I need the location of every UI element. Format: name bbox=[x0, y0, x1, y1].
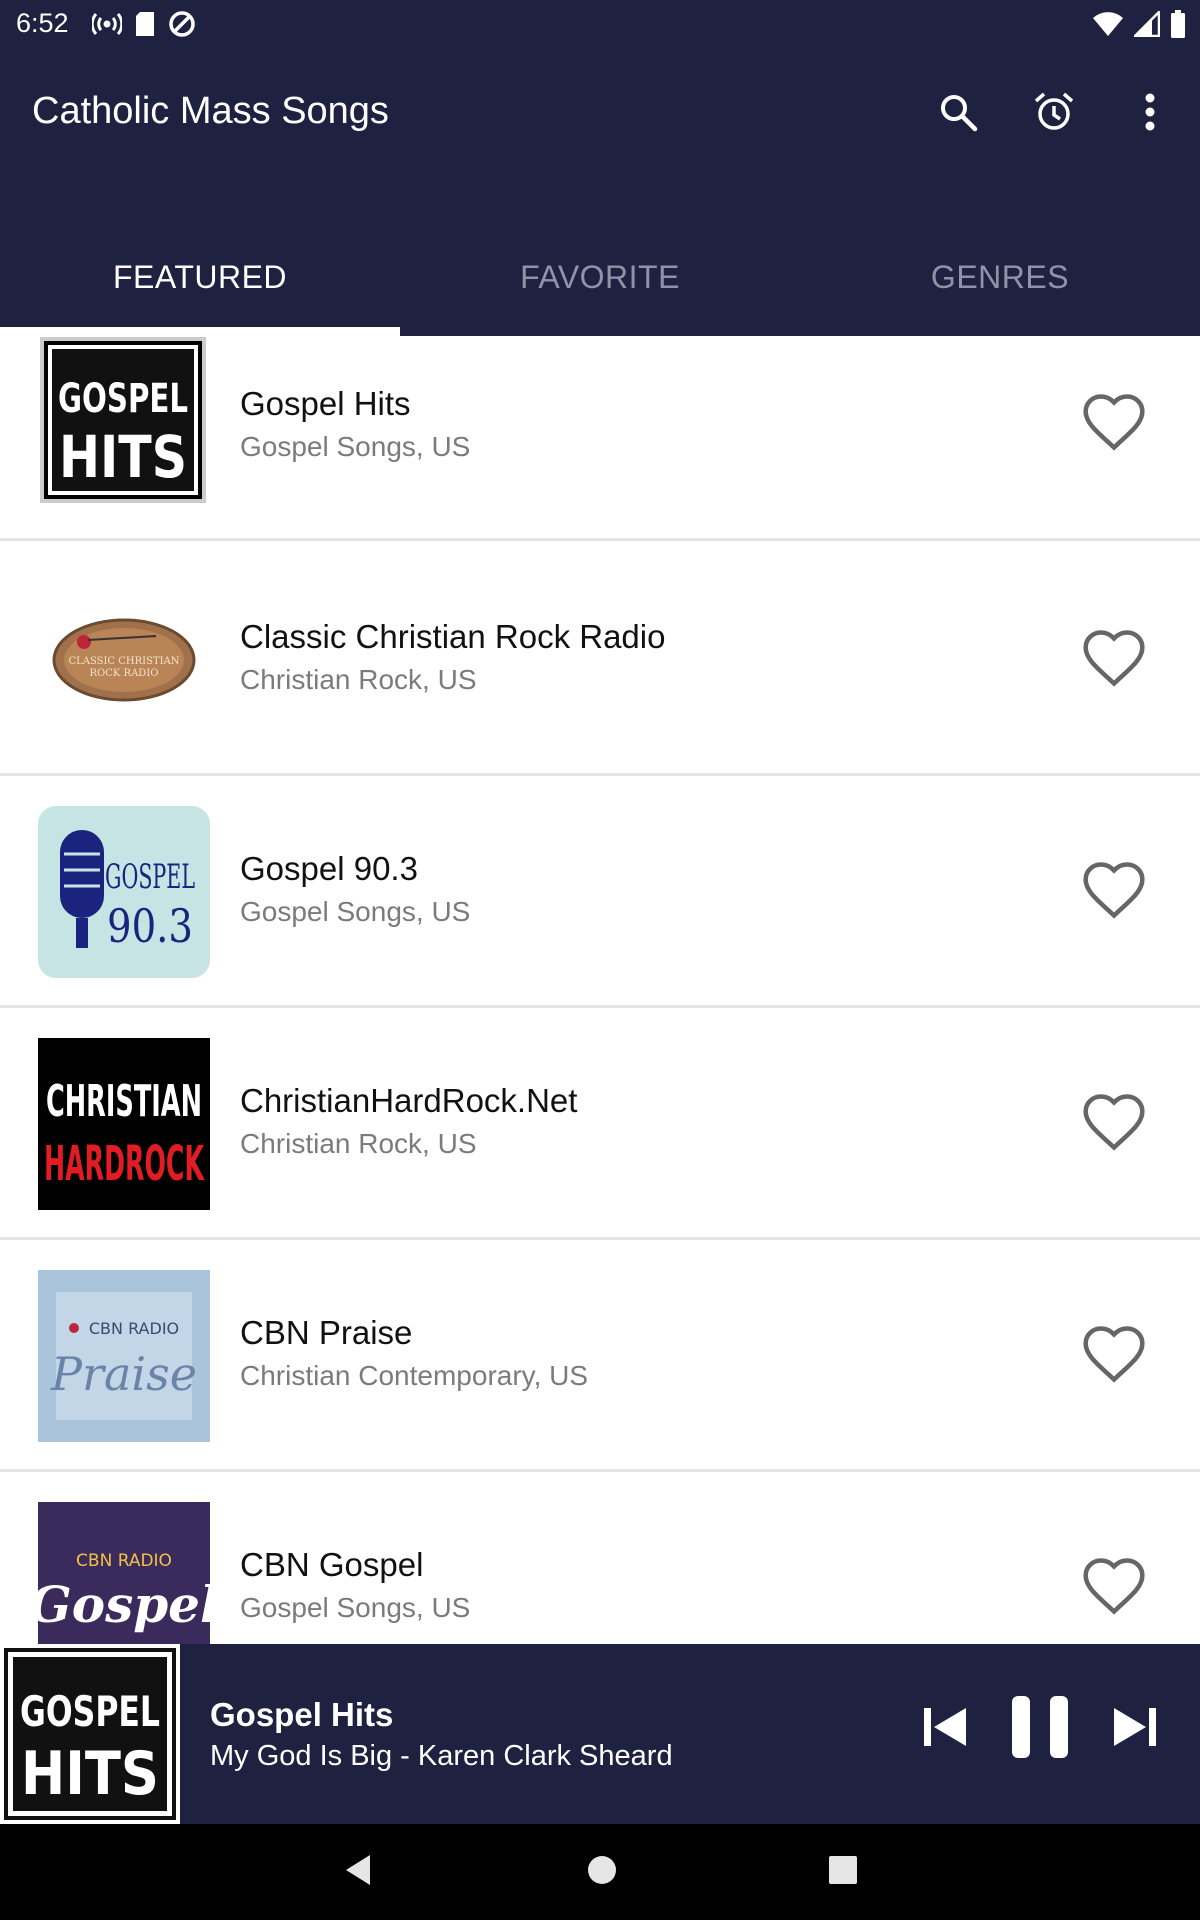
home-icon[interactable] bbox=[586, 1854, 618, 1891]
svg-text:CBN RADIO: CBN RADIO bbox=[89, 1319, 179, 1338]
list-item[interactable]: CBN RADIO Gospel CBN Gospel Gospel Songs… bbox=[0, 1472, 1200, 1644]
at-sign-icon bbox=[168, 10, 196, 43]
tab-featured[interactable]: FEATURED bbox=[0, 218, 400, 336]
now-playing-logo: GOSPEL HITS bbox=[0, 1644, 180, 1824]
cell-signal-icon bbox=[1131, 8, 1161, 42]
station-list[interactable]: GOSPEL HITS Gospel Hits Gospel Songs, US… bbox=[0, 336, 1200, 1644]
svg-text:CHRISTIAN: CHRISTIAN bbox=[46, 1076, 202, 1127]
hotspot-icon bbox=[90, 11, 124, 42]
favorite-heart-icon[interactable] bbox=[1080, 856, 1148, 924]
alarm-icon[interactable] bbox=[1028, 86, 1080, 138]
back-icon[interactable] bbox=[342, 1853, 376, 1892]
station-logo: GOSPEL HITS bbox=[40, 337, 206, 503]
list-item[interactable]: CHRISTIAN HARDROCK ChristianHardRock.Net… bbox=[0, 1008, 1200, 1240]
favorite-heart-icon[interactable] bbox=[1080, 1088, 1148, 1156]
svg-text:CBN RADIO: CBN RADIO bbox=[76, 1551, 172, 1571]
now-playing-bar[interactable]: GOSPEL HITS Gospel Hits My God Is Big - … bbox=[0, 1644, 1200, 1824]
station-logo: CLASSIC CHRISTIAN ROCK RADIO bbox=[38, 574, 210, 746]
skip-previous-icon[interactable] bbox=[920, 1702, 970, 1757]
svg-text:GOSPEL: GOSPEL bbox=[105, 857, 195, 897]
station-name: Gospel 90.3 bbox=[240, 850, 418, 887]
station-name: Gospel Hits bbox=[240, 385, 411, 422]
favorite-heart-icon[interactable] bbox=[1080, 1552, 1148, 1620]
station-logo: GOSPEL 90.3 bbox=[38, 806, 210, 978]
list-item[interactable]: CLASSIC CHRISTIAN ROCK RADIO Classic Chr… bbox=[0, 544, 1200, 776]
list-item[interactable]: GOSPEL HITS Gospel Hits Gospel Songs, US bbox=[0, 336, 1200, 541]
app-bar: Catholic Mass Songs FEATURED FAVORITE GE… bbox=[0, 48, 1200, 336]
svg-text:ROCK RADIO: ROCK RADIO bbox=[90, 668, 159, 679]
more-vert-icon[interactable] bbox=[1124, 86, 1176, 138]
station-genre: Christian Contemporary, US bbox=[240, 1360, 589, 1391]
tab-favorite[interactable]: FAVORITE bbox=[400, 218, 800, 336]
station-name: Classic Christian Rock Radio bbox=[240, 618, 666, 655]
station-genre: Gospel Songs, US bbox=[240, 1592, 471, 1623]
skip-next-icon[interactable] bbox=[1110, 1702, 1160, 1757]
svg-text:HITS: HITS bbox=[59, 423, 187, 491]
station-name: ChristianHardRock.Net bbox=[240, 1082, 578, 1119]
tab-genres[interactable]: GENRES bbox=[800, 218, 1200, 336]
station-genre: Gospel Songs, US bbox=[240, 431, 471, 462]
pause-icon[interactable] bbox=[1010, 1694, 1070, 1765]
svg-text:HARDROCK: HARDROCK bbox=[44, 1136, 205, 1192]
svg-text:Praise: Praise bbox=[50, 1347, 197, 1401]
recents-icon[interactable] bbox=[828, 1855, 858, 1890]
station-name: CBN Praise bbox=[240, 1314, 413, 1351]
svg-text:GOSPEL: GOSPEL bbox=[58, 376, 188, 422]
station-genre: Christian Rock, US bbox=[240, 1128, 477, 1159]
tab-indicator bbox=[0, 327, 400, 336]
favorite-heart-icon[interactable] bbox=[1080, 388, 1148, 456]
favorite-heart-icon[interactable] bbox=[1080, 1320, 1148, 1388]
station-logo: CBN RADIO Gospel bbox=[29, 1502, 219, 1644]
station-logo: CHRISTIAN HARDROCK bbox=[38, 1038, 210, 1210]
now-playing-station: Gospel Hits bbox=[210, 1696, 394, 1733]
battery-icon bbox=[1170, 10, 1186, 43]
status-bar: 6:52 bbox=[0, 0, 1200, 48]
status-time: 6:52 bbox=[16, 8, 69, 38]
svg-text:Gospel: Gospel bbox=[38, 1575, 210, 1634]
station-genre: Christian Rock, US bbox=[240, 664, 477, 695]
svg-text:90.3: 90.3 bbox=[107, 899, 193, 953]
svg-text:HITS: HITS bbox=[21, 1739, 159, 1809]
list-item[interactable]: CBN RADIO Praise CBN Praise Christian Co… bbox=[0, 1240, 1200, 1472]
system-nav-bar bbox=[0, 1824, 1200, 1920]
now-playing-track: My God Is Big - Karen Clark Sheard bbox=[210, 1740, 673, 1772]
station-name: CBN Gospel bbox=[240, 1546, 424, 1583]
favorite-heart-icon[interactable] bbox=[1080, 624, 1148, 692]
tab-bar: FEATURED FAVORITE GENRES bbox=[0, 218, 1200, 336]
search-icon[interactable] bbox=[932, 86, 984, 138]
app-title: Catholic Mass Songs bbox=[32, 90, 389, 132]
svg-text:CLASSIC CHRISTIAN: CLASSIC CHRISTIAN bbox=[68, 656, 179, 667]
sd-card-icon bbox=[134, 11, 156, 42]
list-item[interactable]: GOSPEL 90.3 Gospel 90.3 Gospel Songs, US bbox=[0, 776, 1200, 1008]
station-logo: CBN RADIO Praise bbox=[38, 1270, 210, 1442]
station-genre: Gospel Songs, US bbox=[240, 896, 471, 927]
wifi-icon bbox=[1092, 11, 1124, 42]
svg-text:GOSPEL: GOSPEL bbox=[20, 1687, 160, 1736]
